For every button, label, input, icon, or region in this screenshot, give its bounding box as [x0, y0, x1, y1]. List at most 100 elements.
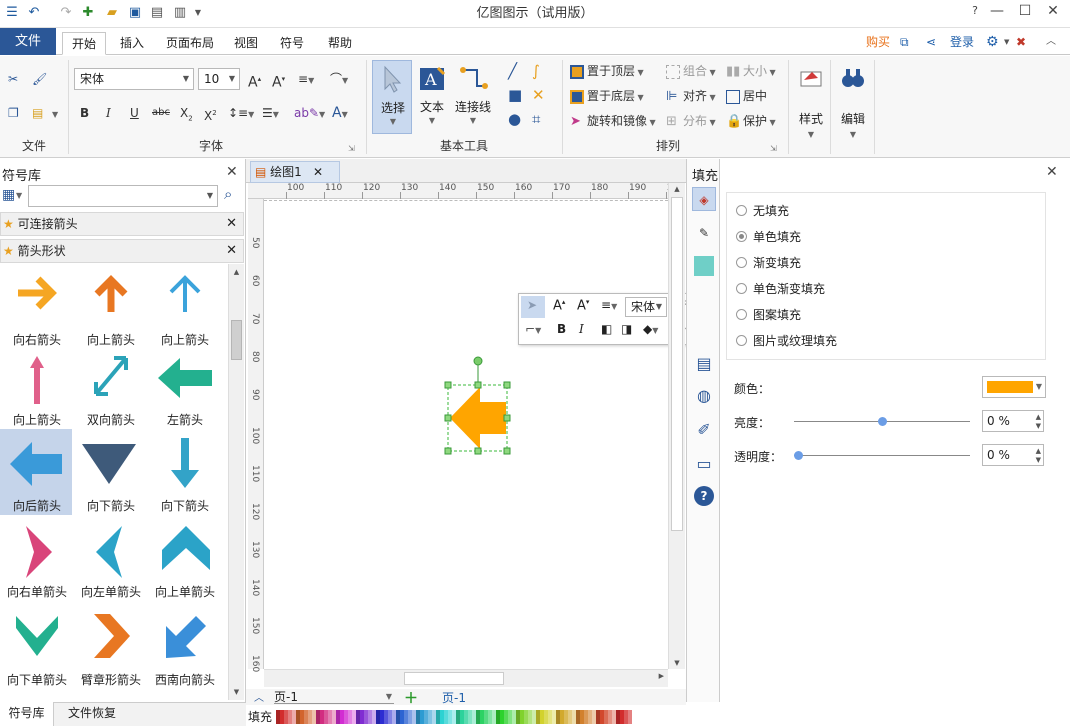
bold-button[interactable]: B — [80, 104, 89, 122]
format-painter-icon[interactable]: ✂ — [8, 70, 18, 88]
symbol-double-arrow[interactable]: 双向箭头 — [74, 344, 148, 430]
curve-tool-icon[interactable]: ∫ — [532, 62, 540, 80]
bullet-list-icon[interactable]: ☰▼ — [262, 104, 279, 124]
library-grid-icon[interactable]: ▦ — [2, 187, 15, 203]
close-window-button[interactable]: ✕ — [1038, 0, 1068, 24]
scroll-down-icon[interactable]: ▼ — [229, 684, 244, 700]
minimize-button[interactable]: — — [982, 0, 1012, 24]
cross-tool-icon[interactable]: ✕ — [532, 86, 545, 104]
align-button[interactable]: ⊫ 对齐 ▼ — [666, 87, 716, 107]
color-picker[interactable]: ▼ — [982, 376, 1046, 398]
font-size-select[interactable]: 10 ▼ — [198, 68, 240, 90]
symbol-left-single-arrow[interactable]: 向左单箭头 — [74, 516, 148, 602]
symbol-right-arrow[interactable]: 向右箭头 — [0, 264, 74, 350]
fill-option-pattern[interactable]: 图案填充 — [736, 307, 936, 323]
paste-dropdown-icon[interactable]: ▼ — [52, 106, 58, 124]
tab-symbol[interactable]: 符号 — [274, 32, 310, 55]
rectangle-tool-icon[interactable]: ■ — [508, 86, 522, 104]
text-tool-button[interactable]: A 文本 ▼ — [414, 60, 450, 134]
library-scrollbar[interactable]: ▲ ▼ — [228, 264, 244, 700]
rotate-mirror-button[interactable]: ➤ 旋转和镜像 ▼ — [570, 112, 656, 132]
spin-down-icon[interactable]: ▼ — [1036, 422, 1041, 430]
save-icon[interactable]: ▣ — [127, 5, 143, 21]
mini-italic-button[interactable]: I — [579, 322, 584, 336]
tab-insert[interactable]: 插入 — [112, 32, 152, 55]
canvas-arrow-shape[interactable] — [440, 352, 514, 458]
symbol-down-single-arrow[interactable]: 向下单箭头 — [0, 604, 74, 690]
mini-select-button[interactable]: ➤ — [521, 296, 545, 318]
mini-front-icon[interactable]: ◧ — [601, 322, 612, 336]
tab-home[interactable]: 开始 — [62, 32, 106, 55]
strikethrough-button[interactable]: abc — [152, 104, 170, 122]
subscript-button[interactable]: X2 — [180, 104, 193, 127]
symbol-up-arrow-blue[interactable]: 向上箭头 — [148, 264, 222, 350]
paste-icon[interactable]: ▤ — [32, 104, 43, 122]
center-button[interactable]: 居中 — [726, 87, 767, 105]
symbol-up-arrow-pink[interactable]: 向上箭头 — [0, 344, 74, 430]
superscript-button[interactable]: X2 — [204, 104, 217, 125]
tab-view[interactable]: 视图 — [228, 32, 264, 55]
fill-option-solid[interactable]: 单色填充 — [736, 229, 936, 245]
page-panel-button[interactable]: ▤ — [692, 352, 716, 376]
export-icon[interactable]: ▥ — [172, 5, 188, 21]
fill-option-picture[interactable]: 图片或纹理填充 — [736, 333, 936, 349]
symbol-down-arrow[interactable]: 向下箭头 — [148, 430, 222, 516]
buy-link[interactable]: 购买 — [866, 33, 890, 51]
open-folder-icon[interactable]: ▰ — [104, 5, 120, 21]
text-arc-icon[interactable]: ⌒▼ — [330, 70, 348, 90]
maximize-button[interactable]: ☐ — [1010, 0, 1040, 24]
search-icon[interactable]: ⌕ — [224, 185, 232, 203]
italic-button[interactable]: I — [106, 104, 111, 122]
symbol-left-arrow[interactable]: 左箭头 — [148, 344, 222, 430]
tab-file-recovery[interactable]: 文件恢复 — [60, 702, 124, 726]
font-dialog-launcher-icon[interactable]: ⇲ — [348, 140, 355, 158]
scroll-down-icon[interactable]: ▼ — [669, 659, 685, 667]
brightness-input[interactable]: 0 % ▲ ▼ — [982, 410, 1044, 432]
section-arrow-shapes[interactable]: ★ 箭头形状 ✕ — [0, 239, 244, 263]
style-button[interactable]: 样式 ▼ — [794, 60, 828, 150]
connector-tool-button[interactable]: 连接线 ▼ — [452, 60, 494, 134]
scroll-thumb[interactable] — [231, 320, 242, 360]
rotate-handle[interactable] — [473, 356, 483, 366]
add-page-icon[interactable]: ＋ — [404, 688, 418, 708]
screen-icon[interactable]: ⧉ — [900, 33, 909, 51]
arrange-dialog-launcher-icon[interactable]: ⇲ — [770, 140, 777, 158]
font-name-select[interactable]: 宋体 ▼ — [74, 68, 194, 90]
grow-font-icon[interactable]: A▴ — [248, 70, 261, 92]
close-document-icon[interactable]: ✕ — [313, 162, 323, 182]
line-tool-icon[interactable]: ╱ — [508, 62, 517, 80]
symbol-down-arrow-triangle[interactable]: 向下箭头 — [74, 430, 148, 516]
fill-panel-button[interactable]: ◈ — [692, 187, 716, 211]
highlight-icon[interactable]: ab✎▼ — [294, 104, 325, 124]
font-color-icon[interactable]: A▼ — [332, 104, 348, 124]
bring-to-front-button[interactable]: 置于顶层 ▼ — [570, 62, 644, 82]
symbol-armband-arrow[interactable]: 臂章形箭头 — [74, 604, 148, 690]
underline-button[interactable]: U — [130, 104, 139, 122]
print-icon[interactable]: ▤ — [149, 5, 165, 21]
mini-font-select[interactable]: 宋体 ▼ — [625, 297, 667, 317]
redo-icon[interactable]: ↷ — [58, 5, 74, 21]
spin-down-icon[interactable]: ▼ — [1036, 456, 1041, 464]
mini-bold-button[interactable]: B — [557, 322, 566, 336]
line-panel-button[interactable]: ✎ — [692, 221, 716, 245]
new-file-icon[interactable]: ✚ — [80, 5, 96, 21]
edit-button[interactable]: 编辑 ▼ — [836, 60, 870, 150]
notes-panel-button[interactable]: ✐ — [692, 418, 716, 442]
tab-page-layout[interactable]: 页面布局 — [160, 32, 220, 55]
shrink-font-icon[interactable]: A▾ — [272, 70, 285, 92]
symbol-up-single-arrow[interactable]: 向上单箭头 — [148, 516, 222, 602]
skin-icon[interactable]: ✖ — [1016, 33, 1026, 51]
close-library-icon[interactable]: ✕ — [226, 164, 238, 180]
page-select[interactable]: 页-1 ▼ — [274, 690, 394, 704]
close-section-icon[interactable]: ✕ — [226, 240, 237, 262]
mini-back-icon[interactable]: ◨ — [621, 322, 632, 336]
brightness-slider-thumb[interactable] — [878, 417, 887, 426]
select-tool-button[interactable]: 选择 ▼ — [372, 60, 412, 134]
crop-tool-icon[interactable]: ⌗ — [532, 110, 540, 128]
brush-icon[interactable]: 🖌 — [32, 70, 47, 88]
mini-align-icon[interactable]: ≡▼ — [601, 298, 617, 312]
transparency-slider-thumb[interactable] — [794, 451, 803, 460]
scroll-up-icon[interactable]: ▲ — [229, 264, 244, 280]
canvas-vertical-scrollbar[interactable]: ▲ ▼ — [668, 183, 685, 669]
symbol-right-single-arrow[interactable]: 向右单箭头 — [0, 516, 74, 602]
